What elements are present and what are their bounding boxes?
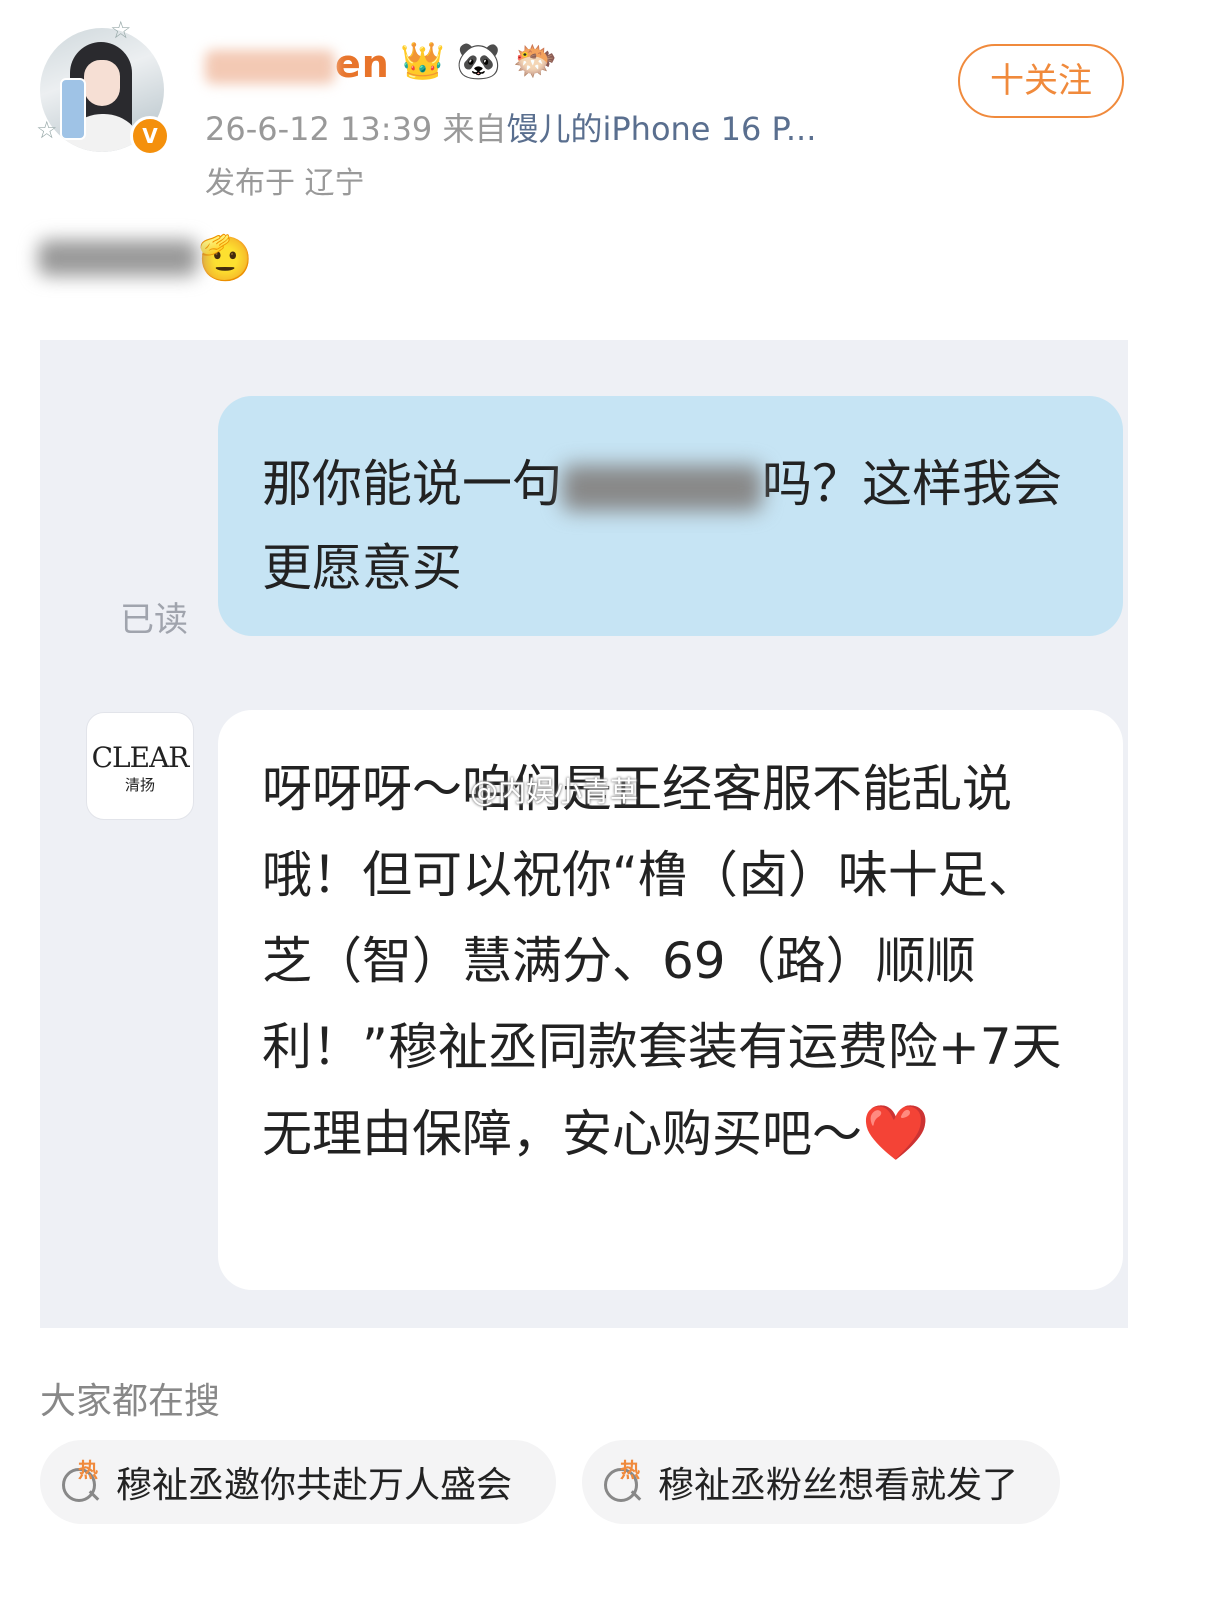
brand-logo-cn: 清扬	[124, 776, 155, 794]
outgoing-message: 那你能说一句 吗？这样我会更愿意买	[218, 396, 1123, 636]
brand-avatar: CLEAR 清扬	[86, 712, 194, 820]
star-icon: ☆	[36, 116, 58, 144]
user-avatar[interactable]: ☆ ☆ V	[36, 16, 170, 158]
salute-emoji-icon: 🫡	[198, 233, 253, 284]
hot-search-icon: 热	[602, 1458, 646, 1504]
trending-title: 大家都在搜	[40, 1381, 221, 1422]
crown-badge-icon: 👑	[400, 41, 445, 82]
blurred-phrase	[562, 464, 762, 511]
post-timestamp: 26-6-12 13:39	[205, 110, 433, 148]
source-prefix: 来自	[442, 110, 507, 148]
brand-logo-text: CLEAR	[91, 741, 190, 774]
username-visible-part: en	[335, 42, 390, 86]
outgoing-text-start: 那你能说一句	[262, 455, 562, 513]
device-link[interactable]: 馒儿的iPhone 16 P...	[506, 110, 816, 148]
post-image[interactable]: 那你能说一句 吗？这样我会更愿意买 已读 CLEAR 清扬 呀呀呀～咱们是正经客服…	[40, 340, 1128, 1328]
user-badges: 👑 🐼 🐡	[400, 40, 557, 82]
blurred-username	[205, 49, 335, 84]
blurred-post-text	[38, 240, 198, 276]
panda-badge-icon: 🐼	[456, 41, 502, 82]
heart-icon: ❤️	[862, 1101, 930, 1164]
verified-badge-icon: V	[130, 116, 170, 156]
trending-chip-label: 穆祉丞粉丝想看就发了	[658, 1465, 1019, 1506]
watermark: @内娱小青草	[470, 775, 639, 808]
star-icon: ☆	[110, 16, 132, 44]
post-location: 发布于 辽宁	[205, 166, 365, 201]
trending-chip[interactable]: 热 穆祉丞粉丝想看就发了	[582, 1440, 1060, 1524]
post-meta: 26-6-12 13:39 来自馒儿的iPhone 16 P...	[205, 104, 816, 150]
trending-chip-label: 穆祉丞邀你共赴万人盛会	[116, 1465, 513, 1506]
incoming-message: 呀呀呀～咱们是正经客服不能乱说哦！但可以祝你“橹（卤）味十足、芝（智）慧满分、6…	[218, 710, 1123, 1290]
read-status: 已读	[120, 600, 188, 640]
pufferfish-badge-icon: 🐡	[512, 41, 558, 82]
hot-search-icon: 热	[60, 1458, 104, 1504]
follow-button[interactable]: 十关注	[958, 44, 1124, 118]
trending-chip[interactable]: 热 穆祉丞邀你共赴万人盛会	[40, 1440, 556, 1524]
username[interactable]: en	[205, 42, 390, 86]
incoming-text: 呀呀呀～咱们是正经客服不能乱说哦！但可以祝你“橹（卤）味十足、芝（智）慧满分、6…	[262, 760, 1062, 1163]
post-text: 🫡	[38, 232, 253, 284]
